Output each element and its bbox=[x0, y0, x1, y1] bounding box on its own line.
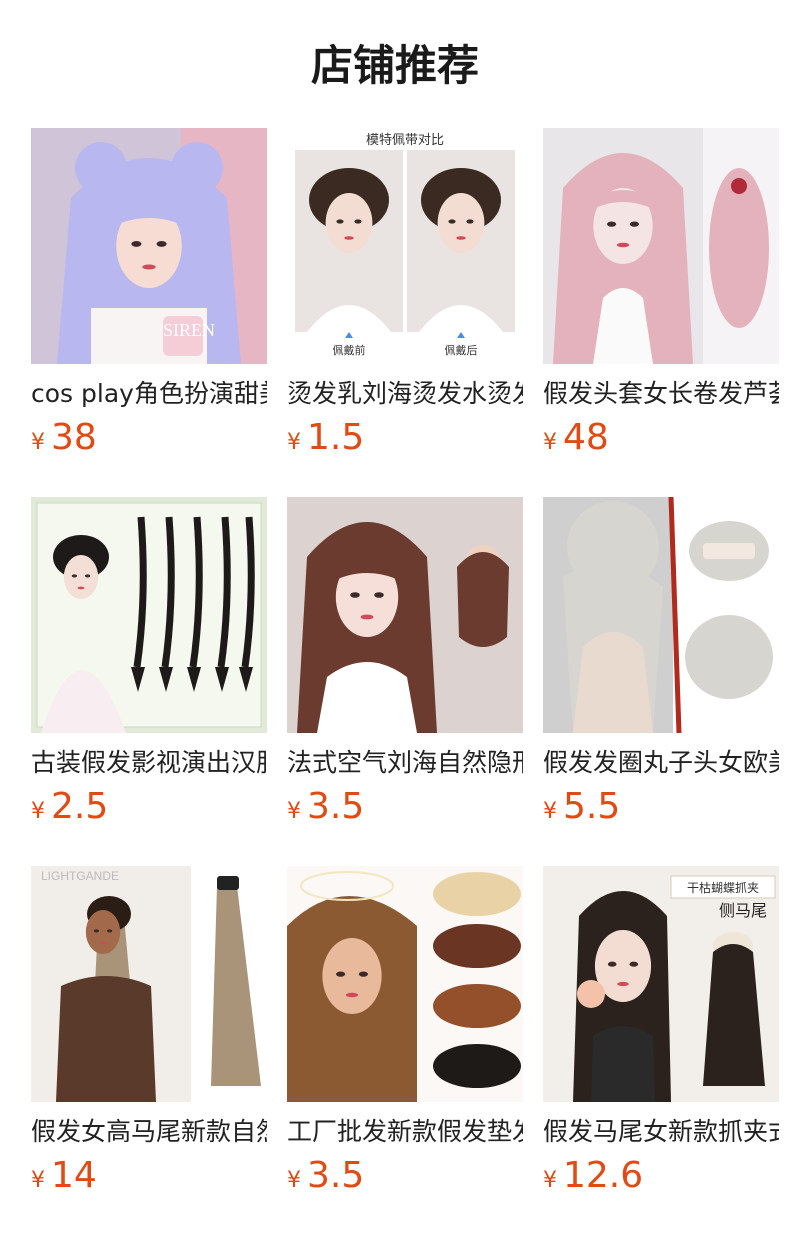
product-price: ¥3.5 bbox=[287, 785, 523, 829]
before-caption: 佩戴前 bbox=[333, 343, 366, 357]
product-image[interactable] bbox=[287, 497, 523, 733]
product-card[interactable]: 工厂批发新款假发垫发 ¥3.5 bbox=[287, 866, 523, 1235]
watermark-text: SIREN bbox=[163, 320, 215, 340]
product-price: ¥2.5 bbox=[31, 785, 267, 829]
page-title: 店铺推荐 bbox=[310, 41, 479, 90]
currency-symbol: ¥ bbox=[31, 430, 45, 455]
product-card[interactable]: 古装假发影视演出汉服 ¥2.5 bbox=[31, 497, 267, 866]
product-name[interactable]: 假发头套女长卷发芦荟 bbox=[543, 378, 779, 410]
badge-text: 干枯蝴蝶抓夹 bbox=[687, 880, 759, 895]
product-price: ¥12.6 bbox=[543, 1154, 779, 1198]
product-image[interactable]: 干枯蝴蝶抓夹 侧马尾 bbox=[543, 866, 779, 1102]
product-image[interactable]: LIGHTGANDE bbox=[31, 866, 267, 1102]
product-price: ¥3.5 bbox=[287, 1154, 523, 1198]
product-card[interactable]: 模特佩带对比 佩戴前 佩戴后烫发乳刘海烫发水烫发 ¥1.5 bbox=[287, 128, 523, 497]
product-card[interactable]: LIGHTGANDE 假发女高马尾新款自然 ¥14 bbox=[31, 866, 267, 1235]
comparison-header: 模特佩带对比 bbox=[366, 133, 444, 148]
price-value: 14 bbox=[51, 1155, 97, 1196]
braid-extensions-icon bbox=[31, 497, 267, 733]
price-value: 5.5 bbox=[563, 786, 621, 827]
product-card[interactable]: 法式空气刘海自然隐形 ¥3.5 bbox=[287, 497, 523, 866]
price-value: 38 bbox=[51, 417, 97, 458]
product-name[interactable]: 古装假发影视演出汉服 bbox=[31, 747, 267, 779]
currency-symbol: ¥ bbox=[287, 799, 301, 824]
product-price: ¥48 bbox=[543, 416, 779, 460]
currency-symbol: ¥ bbox=[287, 430, 301, 455]
after-caption: 佩戴后 bbox=[445, 343, 478, 357]
price-value: 2.5 bbox=[51, 786, 109, 827]
claw-clip-ponytail-icon: 干枯蝴蝶抓夹 侧马尾 bbox=[543, 866, 779, 1102]
product-card[interactable]: 假发头套女长卷发芦荟 ¥48 bbox=[543, 128, 779, 497]
price-value: 3.5 bbox=[307, 1155, 365, 1196]
badge-subtext: 侧马尾 bbox=[719, 901, 767, 920]
product-price: ¥14 bbox=[31, 1154, 267, 1198]
product-image[interactable] bbox=[287, 866, 523, 1102]
product-price: ¥38 bbox=[31, 416, 267, 460]
product-image[interactable]: SIREN bbox=[31, 128, 267, 364]
price-value: 3.5 bbox=[307, 786, 365, 827]
price-value: 1.5 bbox=[307, 417, 365, 458]
lavender-wig-photo-icon: SIREN bbox=[31, 128, 267, 364]
high-ponytail-extension-icon: LIGHTGANDE bbox=[31, 866, 267, 1102]
product-card[interactable]: 干枯蝴蝶抓夹 侧马尾 假发马尾女新款抓夹式 ¥12.6 bbox=[543, 866, 779, 1235]
currency-symbol: ¥ bbox=[31, 1168, 45, 1193]
product-name[interactable]: 假发马尾女新款抓夹式 bbox=[543, 1116, 779, 1148]
currency-symbol: ¥ bbox=[543, 1168, 557, 1193]
currency-symbol: ¥ bbox=[287, 1168, 301, 1193]
product-name[interactable]: 假发发圈丸子头女欧美 bbox=[543, 747, 779, 779]
product-image[interactable] bbox=[543, 497, 779, 733]
product-image[interactable]: 模特佩带对比 佩戴前 佩戴后 bbox=[287, 128, 523, 364]
product-card[interactable]: SIREN cos play角色扮演甜美 ¥38 bbox=[31, 128, 267, 497]
currency-symbol: ¥ bbox=[543, 430, 557, 455]
product-name[interactable]: 法式空气刘海自然隐形 bbox=[287, 747, 523, 779]
price-value: 12.6 bbox=[563, 1155, 644, 1196]
pink-long-curly-wig-icon bbox=[543, 128, 779, 364]
product-name[interactable]: 假发女高马尾新款自然 bbox=[31, 1116, 267, 1148]
price-value: 48 bbox=[563, 417, 609, 458]
currency-symbol: ¥ bbox=[543, 799, 557, 824]
product-name[interactable]: 工厂批发新款假发垫发 bbox=[287, 1116, 523, 1148]
product-grid: SIREN cos play角色扮演甜美 ¥38 模特佩带对比 佩戴前 佩戴后烫发乳… bbox=[31, 128, 779, 1235]
product-price: ¥1.5 bbox=[287, 416, 523, 460]
currency-symbol: ¥ bbox=[31, 799, 45, 824]
volume-hair-pads-icon bbox=[287, 866, 523, 1102]
before-after-comparison-icon: 模特佩带对比 佩戴前 佩戴后 bbox=[287, 128, 523, 364]
product-image[interactable] bbox=[31, 497, 267, 733]
product-card[interactable]: 假发发圈丸子头女欧美 ¥5.5 bbox=[543, 497, 779, 866]
product-name[interactable]: 烫发乳刘海烫发水烫发 bbox=[287, 378, 523, 410]
watermark-text: LIGHTGANDE bbox=[41, 869, 119, 883]
product-name[interactable]: cos play角色扮演甜美 bbox=[31, 378, 267, 410]
product-image[interactable] bbox=[543, 128, 779, 364]
product-price: ¥5.5 bbox=[543, 785, 779, 829]
air-bangs-clip-icon bbox=[287, 497, 523, 733]
messy-bun-scrunchie-icon bbox=[543, 497, 779, 733]
